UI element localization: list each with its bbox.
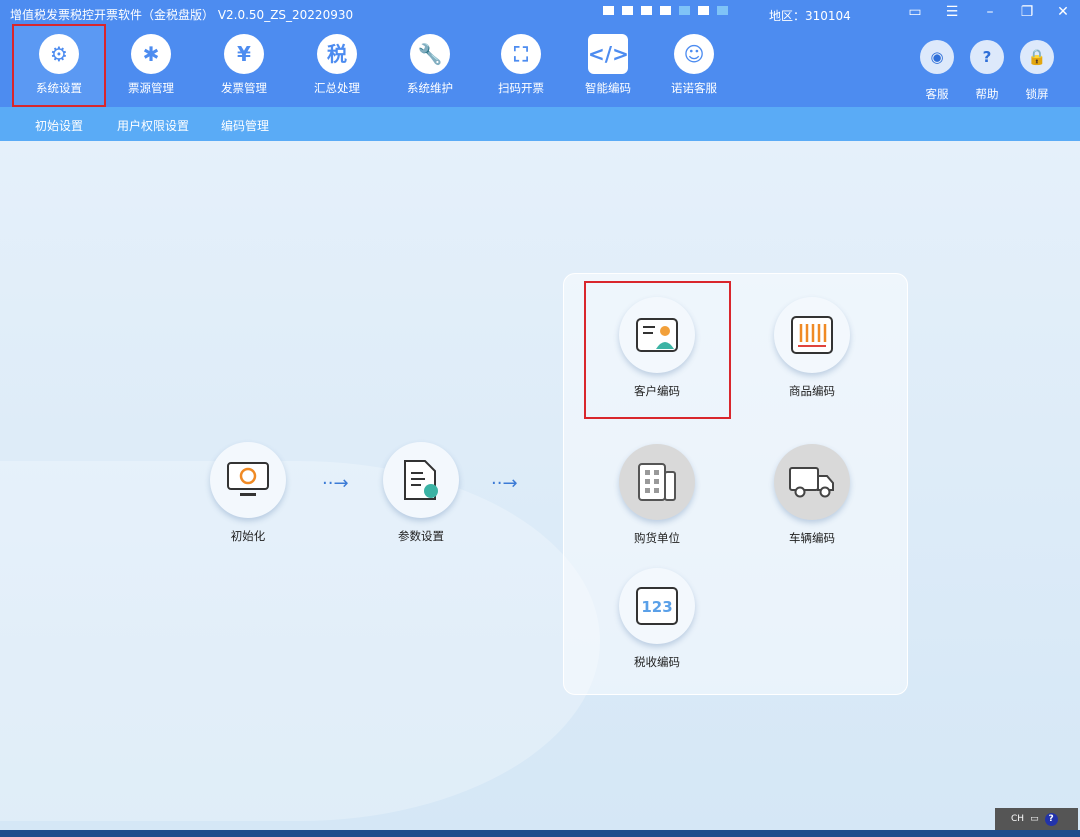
barcode-icon — [774, 297, 850, 373]
code-doc-icon: </> — [588, 34, 629, 74]
nav-invoice-management[interactable]: ¥ 发票管理 — [199, 24, 289, 107]
monitor-icon — [210, 442, 286, 518]
lock-icon: 🔒 — [1020, 40, 1054, 74]
nav-maintenance[interactable]: 🔧 系统维护 — [385, 24, 475, 107]
window-title: 增值税发票税控开票软件（金税盘版） V2.0.50_ZS_20220930 — [10, 8, 354, 22]
nav-nuonuo-service[interactable]: ☺ 诺诺客服 — [649, 24, 739, 107]
toolbar: 增值税发票税控开票软件（金税盘版） V2.0.50_ZS_20220930 地区… — [0, 0, 1080, 107]
item-label: 初始化 — [230, 529, 266, 543]
nav-label: 诺诺客服 — [671, 81, 717, 95]
menu-icon[interactable]: ☰ — [941, 4, 963, 20]
content-area — [0, 141, 1080, 830]
item-label: 参数设置 — [398, 529, 444, 543]
flow-initialize[interactable]: 初始化 — [188, 442, 308, 544]
scan-icon: ⛶ — [501, 34, 541, 74]
nav-ticket-source[interactable]: ✱ 票源管理 — [106, 24, 196, 107]
subnav-code-management[interactable]: 编码管理 — [221, 117, 269, 134]
keyboard-icon[interactable]: ▭ — [1030, 814, 1039, 824]
subnav-user-permissions[interactable]: 用户权限设置 — [117, 117, 189, 134]
nav-label: 系统设置 — [36, 81, 82, 95]
close-button[interactable]: ✕ — [1052, 4, 1074, 20]
gear-icon: ⚙ — [39, 34, 79, 74]
product-code-button[interactable]: 商品编码 — [752, 297, 872, 399]
help-book-icon: ? — [970, 40, 1004, 74]
icon-number-text: 123 — [641, 598, 672, 616]
minimize-button[interactable]: – — [979, 4, 1001, 20]
ime-language[interactable]: CH — [1011, 814, 1024, 824]
tax-code-button[interactable]: 123 税收编码 — [597, 568, 717, 670]
nav-label: 智能编码 — [585, 81, 631, 95]
item-label: 购货单位 — [634, 531, 680, 545]
network-icon: ✱ — [131, 34, 171, 74]
ime-toolbar[interactable]: CH ▭? — [995, 808, 1078, 830]
headset-icon: ☺ — [674, 34, 714, 74]
building-icon — [619, 444, 695, 520]
wrench-gear-icon: 🔧 — [410, 34, 450, 74]
message-icon[interactable]: ▭ — [904, 4, 926, 20]
taskbar — [0, 830, 1080, 837]
nav-label: 汇总处理 — [314, 81, 360, 95]
doc-gear-icon — [383, 442, 459, 518]
subnav-initial-settings[interactable]: 初始设置 — [35, 117, 83, 134]
nav-label: 票源管理 — [128, 81, 174, 95]
status-dots — [603, 6, 728, 15]
flow-arrow-icon: ··→ — [491, 473, 518, 494]
nav-summary[interactable]: 税汇总处理 — [292, 24, 382, 107]
help-button[interactable]: ? 帮助 — [962, 40, 1012, 102]
item-label: 商品编码 — [789, 384, 835, 398]
robot-icon: ◉ — [920, 40, 954, 74]
region-label: 地区：310104 — [769, 9, 851, 23]
nav-scan-invoice[interactable]: ⛶ 扫码开票 — [476, 24, 566, 107]
button-label: 帮助 — [975, 87, 999, 101]
invoice-icon: ¥ — [224, 34, 264, 74]
flow-arrow-icon: ··→ — [322, 473, 349, 494]
customer-service-button[interactable]: ◉ 客服 — [912, 40, 962, 102]
nav-label: 扫码开票 — [498, 81, 544, 95]
nav-label: 系统维护 — [407, 81, 453, 95]
nav-system-settings[interactable]: ⚙ 系统设置 — [12, 24, 106, 107]
lock-screen-button[interactable]: 🔒 锁屏 — [1012, 40, 1062, 102]
vehicle-code-button[interactable]: 车辆编码 — [752, 444, 872, 546]
button-label: 锁屏 — [1025, 87, 1049, 101]
item-label: 税收编码 — [634, 655, 680, 669]
item-label: 车辆编码 — [789, 531, 835, 545]
tax-summary-icon: 税 — [317, 34, 357, 74]
number-123-icon: 123 — [619, 568, 695, 644]
sub-nav: 初始设置 用户权限设置 编码管理 — [0, 107, 1080, 141]
restore-button[interactable]: ❐ — [1016, 4, 1038, 20]
button-label: 客服 — [925, 87, 949, 101]
truck-icon — [774, 444, 850, 520]
nav-label: 发票管理 — [221, 81, 267, 95]
help-icon[interactable]: ? — [1044, 812, 1058, 826]
purchaser-unit-button[interactable]: 购货单位 — [597, 444, 717, 546]
highlight-box — [584, 281, 731, 419]
flow-parameter-settings[interactable]: 参数设置 — [361, 442, 481, 544]
nav-smart-coding[interactable]: </> 智能编码 — [563, 24, 653, 107]
